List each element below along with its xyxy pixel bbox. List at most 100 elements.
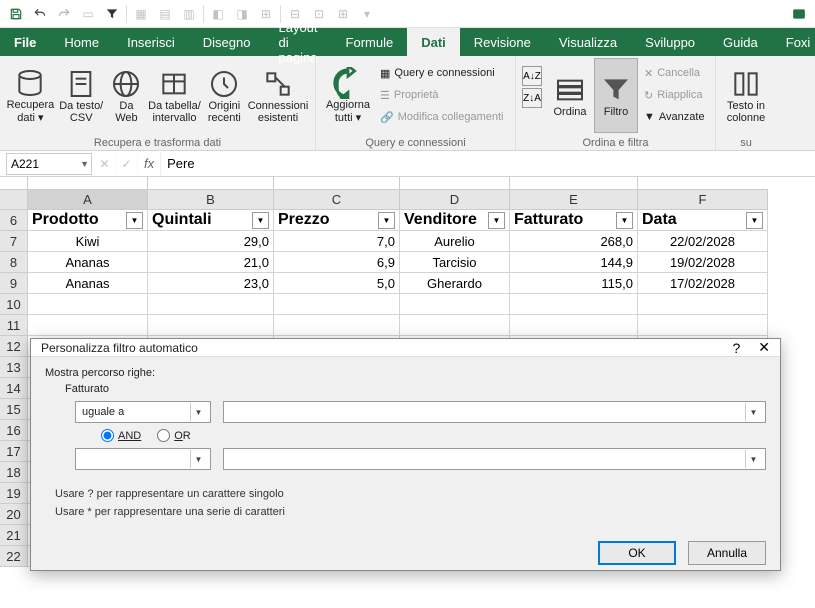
sort-asc-icon[interactable]: A↓Z xyxy=(522,66,542,86)
fx-icon[interactable]: fx xyxy=(138,156,160,171)
table-header-cell[interactable]: Prodotto▼ xyxy=(28,210,148,231)
name-box[interactable]: A221▼ xyxy=(6,153,92,175)
riapplica-button[interactable]: ↻ Riapplica xyxy=(640,84,709,106)
filtro-button[interactable]: Filtro xyxy=(594,58,638,133)
cell[interactable] xyxy=(510,294,638,315)
cell[interactable] xyxy=(148,315,274,336)
cell[interactable]: 19/02/2028 xyxy=(638,252,768,273)
da-web-button[interactable]: DaWeb xyxy=(108,58,146,133)
cell[interactable]: Kiwi xyxy=(28,231,148,252)
row-header[interactable]: 11 xyxy=(0,315,28,336)
cell[interactable] xyxy=(638,294,768,315)
cell[interactable] xyxy=(274,315,400,336)
origini-recenti-button[interactable]: Originirecenti xyxy=(204,58,245,133)
query-connessioni-button[interactable]: ▦ Query e connessioni xyxy=(376,62,507,84)
cell[interactable]: 29,0 xyxy=(148,231,274,252)
condition1-operator-select[interactable]: uguale a▼ xyxy=(75,401,211,423)
testo-colonne-button[interactable]: Testo incolonne xyxy=(722,58,770,133)
row-header[interactable]: 14 xyxy=(0,378,28,399)
tab-foxit[interactable]: Foxi xyxy=(772,28,815,56)
condition2-operator-select[interactable]: ▼ xyxy=(75,448,211,470)
cell[interactable] xyxy=(510,315,638,336)
row-header[interactable]: 12 xyxy=(0,336,28,357)
cell[interactable] xyxy=(274,294,400,315)
row-header[interactable]: 19 xyxy=(0,483,28,504)
cell[interactable]: 5,0 xyxy=(274,273,400,294)
qat-btn-7[interactable]: ⊟ xyxy=(283,2,307,26)
filter-dropdown-button[interactable]: ▼ xyxy=(378,212,395,229)
undo-icon[interactable] xyxy=(28,2,52,26)
proprieta-button[interactable]: ☰ Proprietà xyxy=(376,84,507,106)
tab-inserisci[interactable]: Inserisci xyxy=(113,28,189,56)
tab-disegno[interactable]: Disegno xyxy=(189,28,265,56)
cell[interactable]: 22/02/2028 xyxy=(638,231,768,252)
qat-btn-5[interactable]: ◨ xyxy=(230,2,254,26)
touch-mode-icon[interactable]: ▭ xyxy=(76,2,100,26)
cell[interactable]: 144,9 xyxy=(510,252,638,273)
cell[interactable] xyxy=(638,315,768,336)
row-header[interactable]: 15 xyxy=(0,399,28,420)
cell[interactable]: Ananas xyxy=(28,252,148,273)
row-header[interactable]: 18 xyxy=(0,462,28,483)
sort-desc-icon[interactable]: Z↓A xyxy=(522,88,542,108)
cell[interactable]: 7,0 xyxy=(274,231,400,252)
ordina-button[interactable]: Ordina xyxy=(548,58,592,133)
row-header[interactable]: 13 xyxy=(0,357,28,378)
table-header-cell[interactable]: Prezzo▼ xyxy=(274,210,400,231)
column-header[interactable]: B xyxy=(148,190,274,210)
cell[interactable]: 17/02/2028 xyxy=(638,273,768,294)
cell[interactable]: Tarcisio xyxy=(400,252,510,273)
filter-dropdown-button[interactable]: ▼ xyxy=(252,212,269,229)
dialog-help-button[interactable]: ? xyxy=(732,340,740,356)
modifica-collegamenti-button[interactable]: 🔗 Modifica collegamenti xyxy=(376,106,507,128)
qat-btn-9[interactable]: ⊞ xyxy=(331,2,355,26)
tab-layout[interactable]: Layout di pagina xyxy=(264,28,331,56)
cell[interactable]: 115,0 xyxy=(510,273,638,294)
cancella-button[interactable]: ✕ Cancella xyxy=(640,62,709,84)
qat-btn-2[interactable]: ▤ xyxy=(153,2,177,26)
row-header[interactable]: 8 xyxy=(0,252,28,273)
ok-button[interactable]: OK xyxy=(598,541,676,565)
filter-dropdown-button[interactable]: ▼ xyxy=(616,212,633,229)
cell[interactable]: 21,0 xyxy=(148,252,274,273)
or-radio[interactable]: OR xyxy=(157,429,191,442)
condition1-value-input[interactable]: ▼ xyxy=(223,401,766,423)
connessioni-esistenti-button[interactable]: Connessioniesistenti xyxy=(247,58,309,133)
formula-input[interactable]: Pere xyxy=(160,153,815,175)
column-header[interactable] xyxy=(0,190,28,210)
qat-btn-6[interactable]: ⊞ xyxy=(254,2,278,26)
filter-dropdown-button[interactable]: ▼ xyxy=(488,212,505,229)
cell[interactable]: 6,9 xyxy=(274,252,400,273)
table-header-cell[interactable]: Data▼ xyxy=(638,210,768,231)
row-header[interactable]: 17 xyxy=(0,441,28,462)
redo-icon[interactable] xyxy=(52,2,76,26)
tab-guida[interactable]: Guida xyxy=(709,28,772,56)
cell[interactable] xyxy=(400,294,510,315)
tab-revisione[interactable]: Revisione xyxy=(460,28,545,56)
tab-formule[interactable]: Formule xyxy=(332,28,408,56)
tab-file[interactable]: File xyxy=(0,28,50,56)
recupera-dati-button[interactable]: Recuperadati ▾ xyxy=(6,58,55,133)
row-header[interactable]: 6 xyxy=(0,210,28,231)
column-header[interactable]: D xyxy=(400,190,510,210)
tab-dati[interactable]: Dati xyxy=(407,28,460,56)
row-header[interactable]: 16 xyxy=(0,420,28,441)
tab-sviluppo[interactable]: Sviluppo xyxy=(631,28,709,56)
column-header[interactable]: E xyxy=(510,190,638,210)
qat-btn-1[interactable]: ▦ xyxy=(129,2,153,26)
cell[interactable]: 23,0 xyxy=(148,273,274,294)
da-tabella-button[interactable]: Da tabella/intervallo xyxy=(147,58,201,133)
filter-dropdown-button[interactable]: ▼ xyxy=(126,212,143,229)
column-header[interactable]: F xyxy=(638,190,768,210)
condition2-value-input[interactable]: ▼ xyxy=(223,448,766,470)
row-header[interactable]: 10 xyxy=(0,294,28,315)
aggiorna-tutti-button[interactable]: Aggiornatutti ▾ xyxy=(322,58,374,133)
row-header[interactable]: 9 xyxy=(0,273,28,294)
row-header[interactable]: 20 xyxy=(0,504,28,525)
cell[interactable] xyxy=(148,294,274,315)
table-header-cell[interactable]: Venditore▼ xyxy=(400,210,510,231)
tab-visualizza[interactable]: Visualizza xyxy=(545,28,631,56)
accept-formula-icon[interactable]: ✓ xyxy=(116,153,138,175)
da-csv-button[interactable]: Da testo/CSV xyxy=(57,58,106,133)
qat-btn-3[interactable]: ▥ xyxy=(177,2,201,26)
